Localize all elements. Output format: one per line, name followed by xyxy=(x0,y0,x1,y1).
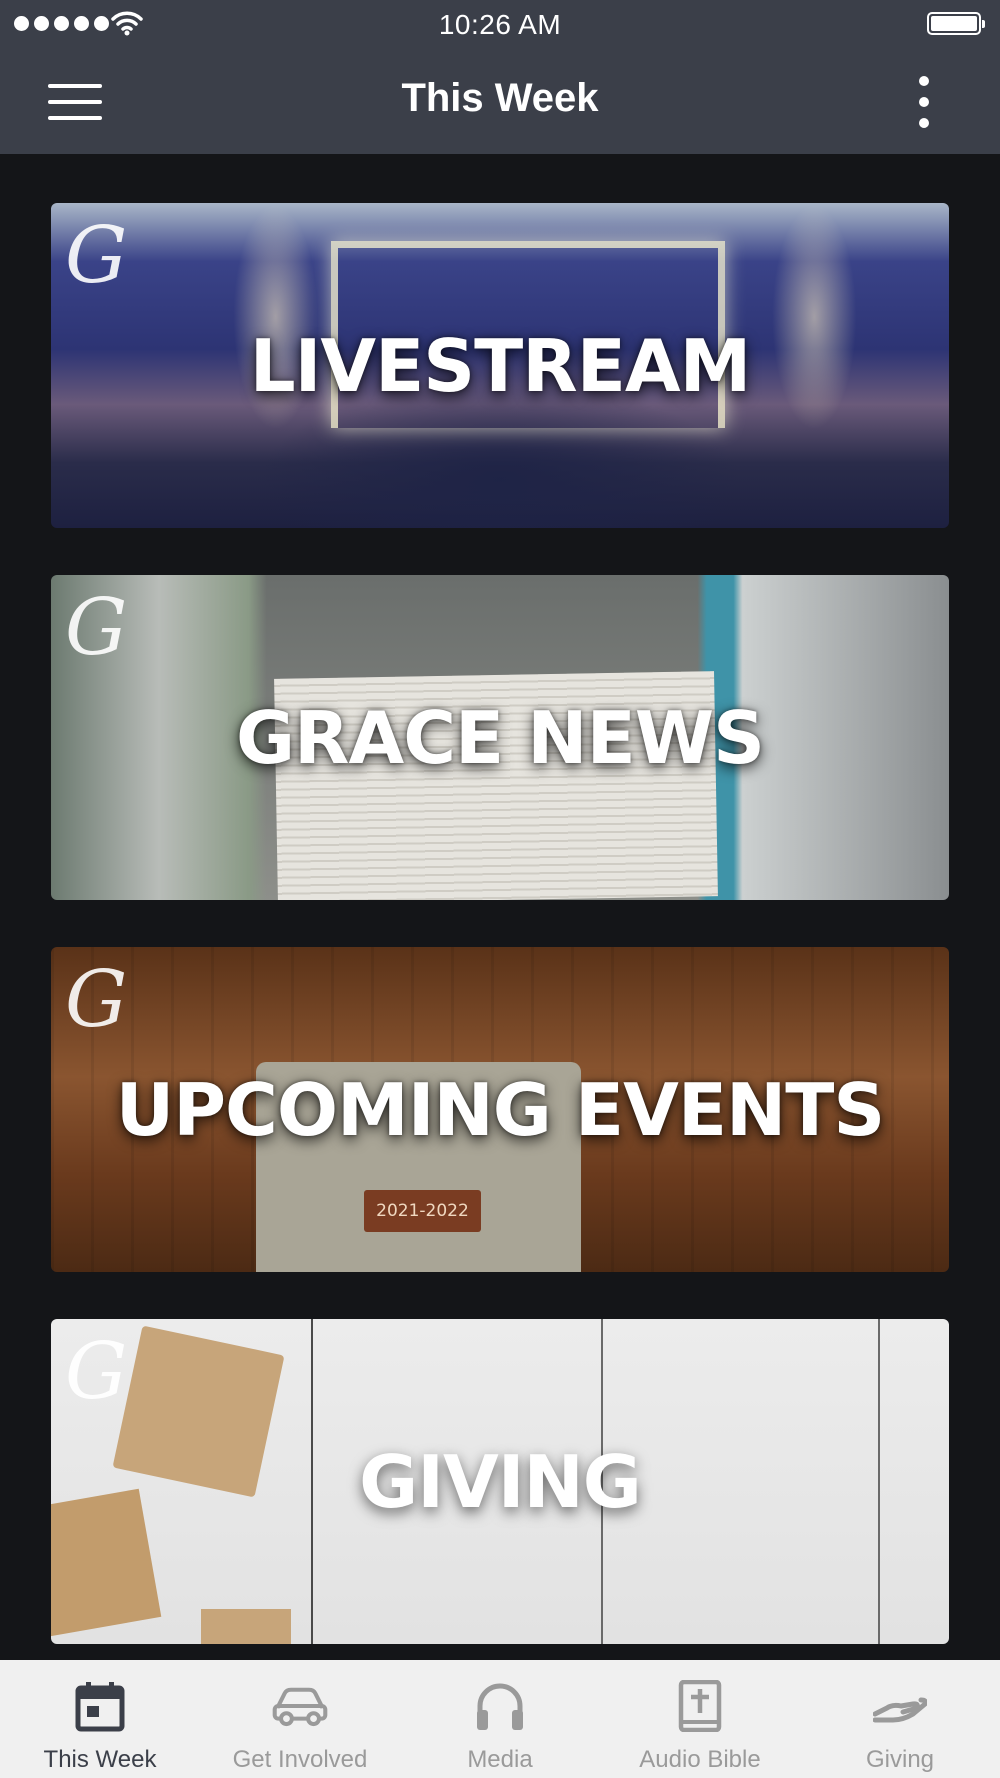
status-time: 10:26 AM xyxy=(438,9,562,40)
tab-media[interactable]: Media xyxy=(400,1660,600,1778)
more-options-icon[interactable] xyxy=(911,76,937,128)
tab-audio-bible[interactable]: Audio Bible xyxy=(600,1660,800,1778)
headphones-icon xyxy=(472,1678,528,1734)
grace-news-card[interactable]: G GRACE NEWS xyxy=(51,575,949,900)
page-title: This Week xyxy=(401,76,599,120)
card-label: LIVESTREAM xyxy=(249,323,752,408)
car-icon xyxy=(272,1678,328,1734)
status-bar: 10:26 AM xyxy=(0,0,1000,50)
top-bar: 10:26 AM This Week xyxy=(0,0,1000,154)
bible-icon xyxy=(672,1678,728,1734)
tab-label: Giving xyxy=(865,1746,935,1773)
card-label: UPCOMING EVENTS xyxy=(115,1067,885,1152)
tab-giving[interactable]: Giving xyxy=(800,1660,1000,1778)
tab-label: This Week xyxy=(43,1746,157,1773)
tab-label: Get Involved xyxy=(232,1746,368,1773)
livestream-card[interactable]: G LIVESTREAM xyxy=(51,203,949,528)
giving-card[interactable]: G GIVING xyxy=(51,1319,949,1644)
tab-get-involved[interactable]: Get Involved xyxy=(200,1660,400,1778)
card-label: GRACE NEWS xyxy=(235,695,765,780)
tab-label: Audio Bible xyxy=(639,1746,761,1773)
tab-label: Media xyxy=(467,1746,533,1773)
battery-icon xyxy=(927,12,985,35)
tab-this-week[interactable]: This Week xyxy=(0,1660,200,1778)
card-label: GIVING xyxy=(359,1439,642,1524)
bottom-tab-bar: This Week Get Involved Media Audio Bible… xyxy=(0,1660,1000,1778)
calendar-icon xyxy=(72,1678,128,1734)
giving-hand-icon xyxy=(872,1678,928,1734)
upcoming-events-card[interactable]: 2021-2022 G UPCOMING EVENTS xyxy=(51,947,949,1272)
